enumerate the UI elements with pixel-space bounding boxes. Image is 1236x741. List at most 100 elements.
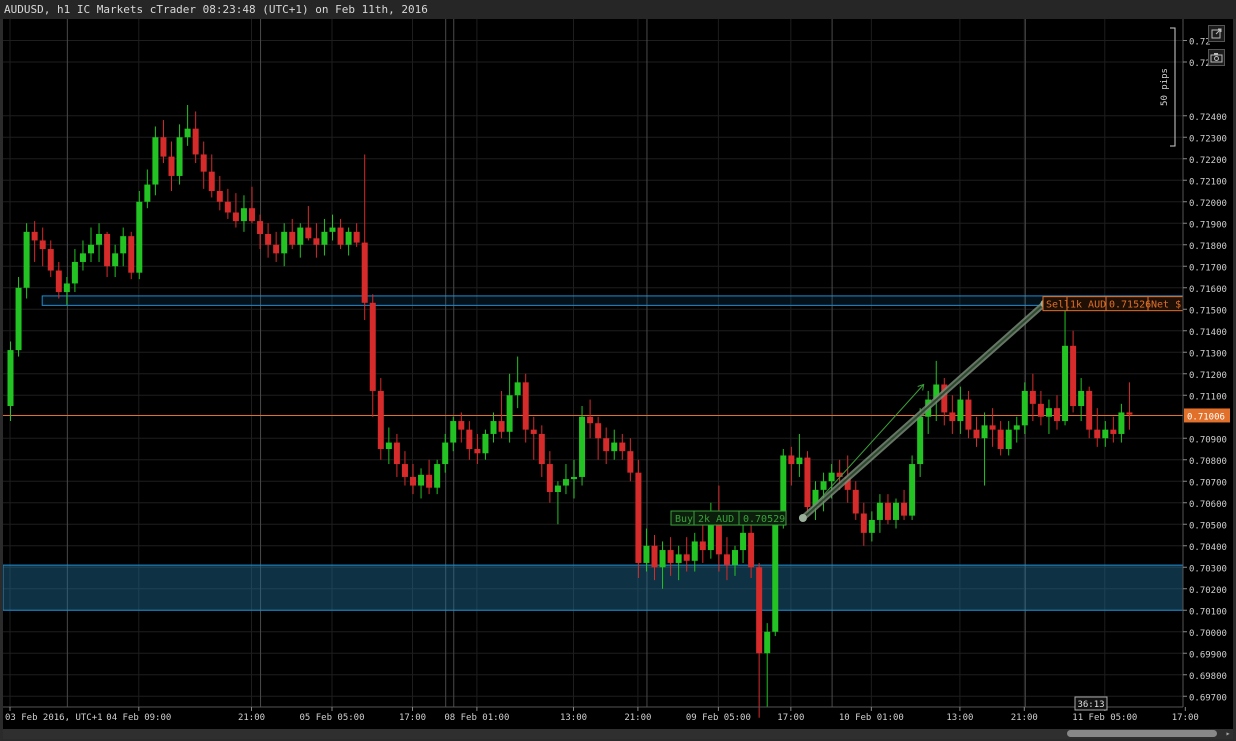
time-tick-label: 17:00: [399, 713, 426, 723]
candle-bear: [1029, 390, 1036, 404]
candle-bear: [1070, 345, 1077, 406]
candle-bull: [1078, 390, 1085, 406]
candle-bear: [1126, 412, 1133, 415]
current-price-value: 0.71006: [1187, 412, 1225, 422]
candle-bull: [643, 545, 650, 563]
candle-bear: [289, 231, 296, 245]
candle-bull: [675, 554, 682, 563]
candle-bear: [1086, 390, 1093, 430]
price-tick-label: 0.70000: [1189, 629, 1227, 639]
candle-bull: [297, 227, 304, 245]
price-tick-label: 0.71600: [1189, 285, 1227, 295]
candle-bear: [39, 240, 46, 250]
candle-bear: [587, 416, 594, 424]
time-tick-label: 21:00: [238, 713, 265, 723]
pips-scale-bracket: [1170, 27, 1176, 147]
candle-bear: [1110, 429, 1117, 434]
popout-icon[interactable]: [1208, 25, 1225, 42]
price-tick-label: 0.71100: [1189, 392, 1227, 402]
candle-bull: [562, 479, 569, 486]
candle-bear: [627, 451, 634, 473]
candle-bull: [88, 244, 94, 254]
candle-bear: [603, 438, 610, 452]
price-tick-label: 0.70500: [1189, 521, 1227, 531]
candle-bear: [401, 464, 408, 477]
candle-bull: [1062, 345, 1069, 422]
candle-bear: [997, 429, 1004, 449]
candle-bear: [249, 208, 255, 222]
candle-bull: [418, 474, 425, 486]
candle-bull: [490, 421, 497, 434]
candle-bear: [232, 212, 239, 222]
candlestick-chart[interactable]: Buy 2k AUD 0.70529Sell 1k AUD 0.71526 Net $ 1…: [3, 19, 1233, 729]
candle-bull: [450, 421, 457, 443]
candle-bear: [989, 425, 996, 430]
candle-bull: [176, 137, 183, 176]
candle-bull: [554, 485, 561, 492]
price-tick-label: 0.71400: [1189, 328, 1227, 338]
candle-bull: [506, 395, 513, 432]
candle-bear: [474, 449, 481, 454]
candle-bull: [15, 287, 22, 351]
candle-bear: [160, 137, 167, 157]
candle-bear: [337, 227, 344, 245]
candle-bull: [780, 455, 787, 520]
candle-bull: [1102, 429, 1109, 439]
candle-bear: [538, 433, 545, 465]
candle-bear: [619, 442, 626, 452]
candle-bull: [611, 442, 618, 452]
candle-bear: [168, 156, 175, 176]
horizontal-scrollbar[interactable]: ▸: [3, 729, 1233, 739]
price-tick-label: 0.70700: [1189, 478, 1227, 488]
sell-order-price: 0.71526: [1109, 300, 1151, 311]
candle-bull: [820, 481, 827, 490]
candle-bull: [434, 464, 441, 488]
camera-icon[interactable]: [1208, 49, 1225, 66]
time-tick-label: 04 Feb 09:00: [106, 713, 171, 723]
candle-bear: [860, 513, 867, 533]
candle-bull: [136, 201, 143, 273]
candle-bull: [79, 253, 86, 262]
price-tick-label: 0.70900: [1189, 435, 1227, 445]
bar-countdown-value: 36:13: [1077, 700, 1104, 710]
scrollbar-thumb[interactable]: [1067, 730, 1217, 737]
candle-bull: [1045, 408, 1052, 417]
candle-bear: [104, 234, 111, 267]
candle-bull: [23, 231, 30, 288]
time-tick-label: 13:00: [560, 713, 587, 723]
candle-bear: [756, 567, 763, 654]
time-tick-label: 17:00: [1172, 713, 1199, 723]
chart-area[interactable]: Buy 2k AUD 0.70529 Sell 1k AUD 0.71526 Net $ 1…: [3, 19, 1233, 729]
trade-path-core: [802, 302, 1046, 519]
buy-order-side: Buy: [675, 514, 693, 525]
resistance-zone[interactable]: [41, 295, 1184, 306]
price-tick-label: 0.72400: [1189, 113, 1227, 123]
time-tick-label: 05 Feb 05:00: [299, 713, 364, 723]
price-tick-label: 0.72200: [1189, 156, 1227, 166]
support-zone[interactable]: [3, 564, 1184, 611]
price-tick-label: 0.71300: [1189, 349, 1227, 359]
candle-bull: [482, 433, 489, 454]
candle-bear: [884, 502, 891, 520]
price-tick-label: 0.70600: [1189, 500, 1227, 510]
candle-bear: [699, 541, 706, 551]
candle-bull: [740, 532, 747, 551]
candle-bear: [667, 550, 674, 563]
candle-bear: [683, 554, 690, 561]
candle-bull: [1005, 429, 1012, 449]
time-tick-label: 11 Feb 05:00: [1072, 713, 1137, 723]
candle-bear: [377, 390, 384, 449]
price-tick-label: 0.69800: [1189, 672, 1227, 682]
candle-bull: [71, 261, 78, 284]
candle-bull: [385, 442, 392, 449]
candle-bull: [764, 631, 771, 654]
price-tick-label: 0.71700: [1189, 263, 1227, 273]
candle-bull: [828, 472, 835, 482]
candle-bear: [128, 236, 135, 273]
candle-bear: [788, 455, 795, 465]
candle-bear: [804, 457, 811, 508]
candle-bull: [281, 231, 288, 254]
price-tick-label: 0.69900: [1189, 650, 1227, 660]
scroll-right-arrow-icon[interactable]: ▸: [1223, 729, 1233, 739]
candle-bear: [723, 554, 730, 566]
